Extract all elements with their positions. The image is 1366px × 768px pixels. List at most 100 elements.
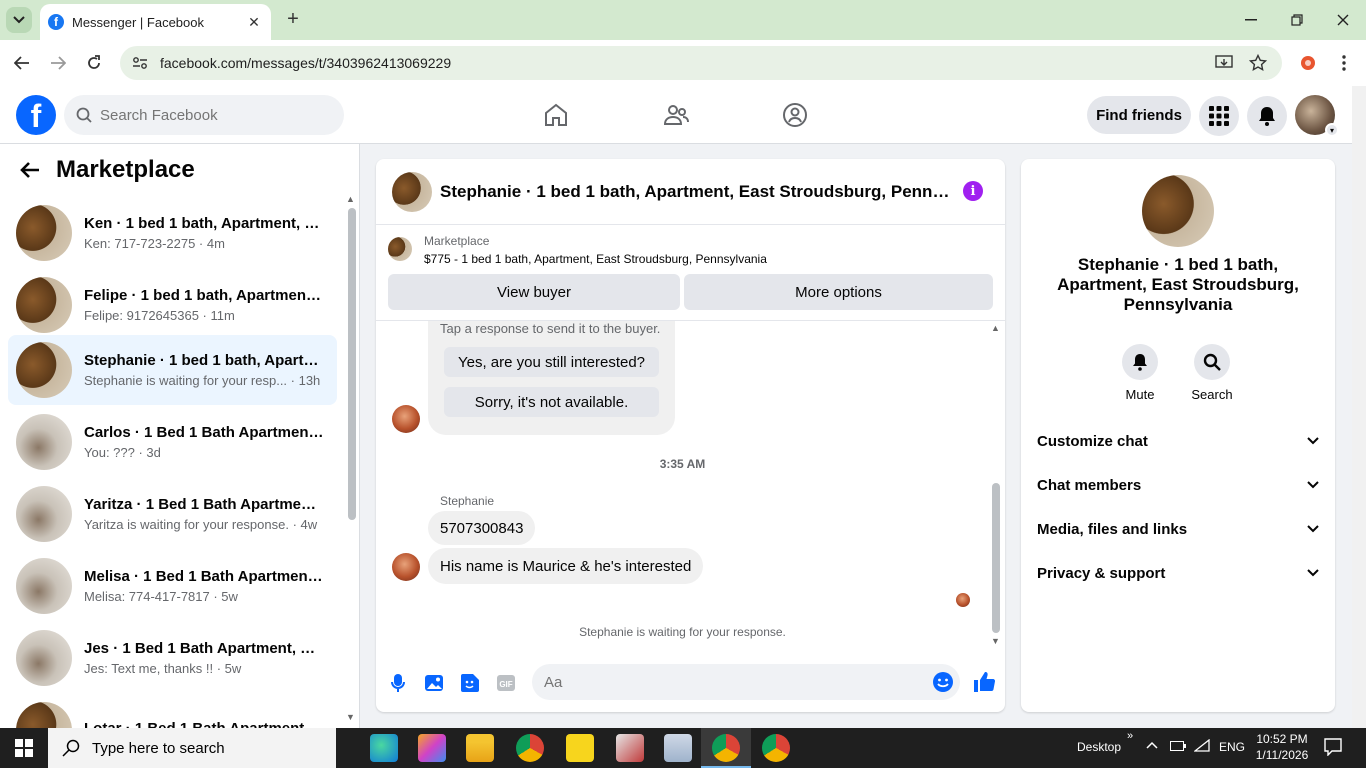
document-app-icon[interactable] (664, 734, 692, 762)
scroll-down-icon[interactable]: ▼ (346, 712, 355, 722)
message-bubble[interactable]: His name is Maurice & he's interested (428, 548, 704, 584)
chat-scrollbar[interactable]: ▲ ▼ (989, 321, 1003, 652)
marketplace-inbox-sidebar: Marketplace Ken · 1 bed 1 bath, Apartmen… (0, 144, 360, 728)
maximize-button[interactable] (1274, 0, 1320, 40)
search-in-conversation-button[interactable]: Search (1182, 344, 1242, 402)
chevron-down-icon[interactable]: ▾ (1325, 123, 1339, 137)
close-window-button[interactable] (1320, 0, 1366, 40)
sticker-icon[interactable] (459, 672, 481, 694)
sender-name: Stephanie (440, 494, 495, 508)
scrollbar-thumb[interactable] (348, 208, 356, 520)
copilot-icon[interactable] (418, 734, 446, 762)
show-hidden-icons-chevron-icon[interactable] (1146, 738, 1158, 752)
new-tab-button[interactable]: + (282, 8, 304, 30)
tab-title: Messenger | Facebook (72, 14, 204, 30)
search-label: Search (1191, 387, 1233, 402)
browser-menu-icon[interactable] (1332, 55, 1356, 71)
message-input-box[interactable] (532, 664, 960, 700)
groups-nav-button[interactable] (777, 98, 813, 132)
microphone-icon[interactable] (387, 672, 409, 694)
menu-button[interactable] (1199, 96, 1239, 136)
file-explorer-icon[interactable] (466, 734, 494, 762)
home-nav-button[interactable] (538, 98, 574, 132)
facebook-top-nav: f Find friends ▾ (0, 86, 1352, 144)
taskbar-search-box[interactable]: Type here to search (48, 728, 336, 768)
conversation-info-icon[interactable]: i (963, 181, 983, 201)
battery-icon[interactable] (1170, 740, 1186, 754)
message-timestamp: 3:35 AM (659, 457, 706, 471)
tab-close-icon[interactable]: ✕ (245, 14, 263, 31)
sender-avatar[interactable] (392, 405, 420, 433)
bookmark-star-icon[interactable] (1246, 54, 1270, 71)
conversation-item[interactable]: Felipe · 1 bed 1 bath, Apartment,... Feli… (8, 270, 337, 340)
chat-title[interactable]: Stephanie · 1 bed 1 bath, Apartment, Eas… (440, 182, 950, 202)
more-options-button[interactable]: More options (684, 274, 993, 310)
chat-avatar[interactable] (392, 171, 432, 212)
friends-nav-button[interactable] (658, 98, 694, 132)
minimize-button[interactable] (1228, 0, 1274, 40)
chrome-profile-icon[interactable] (516, 734, 544, 762)
section-label: Customize chat (1037, 432, 1148, 450)
chat-members-section[interactable]: Chat members (1037, 463, 1319, 507)
conversation-item[interactable]: Jes · 1 Bed 1 Bath Apartment, W... Jes: T… (8, 623, 337, 693)
install-app-icon[interactable] (1212, 55, 1236, 71)
chrome-icon[interactable] (712, 734, 740, 762)
chevron-right-icon[interactable]: » (1127, 730, 1133, 742)
listing-description[interactable]: $775 - 1 bed 1 bath, Apartment, East Str… (424, 252, 767, 266)
edge-icon[interactable] (370, 734, 398, 762)
tab-search-button[interactable] (6, 7, 32, 33)
message-bubble[interactable]: 5707300843 (428, 511, 536, 545)
back-button[interactable] (10, 51, 34, 75)
conversation-item[interactable]: Melisa · 1 Bed 1 Bath Apartment,... Melis… (8, 551, 337, 621)
conversation-item[interactable]: Yaritza · 1 Bed 1 Bath Apartment,... Yari… (8, 479, 337, 549)
privacy-support-section[interactable]: Privacy & support (1037, 551, 1319, 595)
extension-icon[interactable] (1296, 55, 1320, 71)
search-input[interactable] (100, 106, 320, 124)
back-arrow-icon[interactable] (20, 161, 40, 179)
account-avatar[interactable]: ▾ (1295, 95, 1339, 137)
scrollbar-thumb[interactable] (992, 483, 1000, 633)
language-indicator[interactable]: ENG (1219, 740, 1245, 754)
conversation-item[interactable]: Carlos · 1 Bed 1 Bath Apartment,... You: … (8, 407, 337, 477)
address-bar[interactable]: facebook.com/messages/t/3403962413069229 (120, 46, 1282, 80)
mute-button[interactable]: Mute (1110, 344, 1170, 402)
emoji-icon[interactable] (932, 671, 954, 693)
conversation-item[interactable]: Lotar · 1 Bed 1 Bath Apartment, ... (8, 695, 337, 728)
gif-icon[interactable]: GIF (495, 672, 517, 694)
search-icon (76, 107, 92, 123)
scroll-down-icon[interactable]: ▼ (991, 636, 1000, 646)
scroll-up-icon[interactable]: ▲ (346, 194, 355, 204)
conversation-item[interactable]: Ken · 1 bed 1 bath, Apartment, E... Ken: … (8, 198, 337, 268)
media-files-links-section[interactable]: Media, files and links (1037, 507, 1319, 551)
chat-panel: Stephanie · 1 bed 1 bath, Apartment, Eas… (376, 159, 1005, 712)
find-friends-button[interactable]: Find friends (1087, 96, 1191, 134)
facebook-logo-icon[interactable]: f (16, 95, 56, 135)
browser-tab[interactable]: f Messenger | Facebook ✕ (40, 4, 271, 40)
sidebar-scrollbar[interactable]: ▲ ▼ (344, 194, 358, 724)
start-button[interactable] (0, 728, 48, 768)
site-info-icon[interactable] (132, 56, 148, 70)
desktop-toolbar-label[interactable]: Desktop (1077, 740, 1121, 754)
quick-response-button[interactable]: Sorry, it's not available. (444, 387, 659, 417)
conversation-item-active[interactable]: Stephanie · 1 bed 1 bath, Apartm... Steph… (8, 335, 337, 405)
clock[interactable]: 10:52 PM 1/11/2026 (1254, 732, 1310, 762)
reload-icon (88, 55, 100, 69)
page-scrollbar[interactable] (1352, 86, 1366, 728)
reload-button[interactable] (82, 51, 106, 75)
sticky-notes-icon[interactable] (566, 734, 594, 762)
wifi-icon[interactable] (1193, 738, 1210, 756)
message-input[interactable] (544, 673, 914, 691)
photo-icon[interactable] (423, 672, 445, 694)
notification-center-icon[interactable] (1324, 738, 1342, 759)
forward-button[interactable] (46, 51, 70, 75)
chrome-alt-profile-icon[interactable] (762, 734, 790, 762)
quick-response-button[interactable]: Yes, are you still interested? (444, 347, 659, 377)
thumbs-up-icon[interactable] (972, 670, 996, 694)
sender-avatar[interactable] (392, 553, 420, 581)
view-buyer-button[interactable]: View buyer (388, 274, 680, 310)
notifications-button[interactable] (1247, 96, 1287, 136)
customize-chat-section[interactable]: Customize chat (1037, 419, 1319, 463)
facebook-search-box[interactable] (64, 95, 344, 135)
paint-icon[interactable] (616, 734, 644, 762)
scroll-up-icon[interactable]: ▲ (991, 323, 1000, 333)
